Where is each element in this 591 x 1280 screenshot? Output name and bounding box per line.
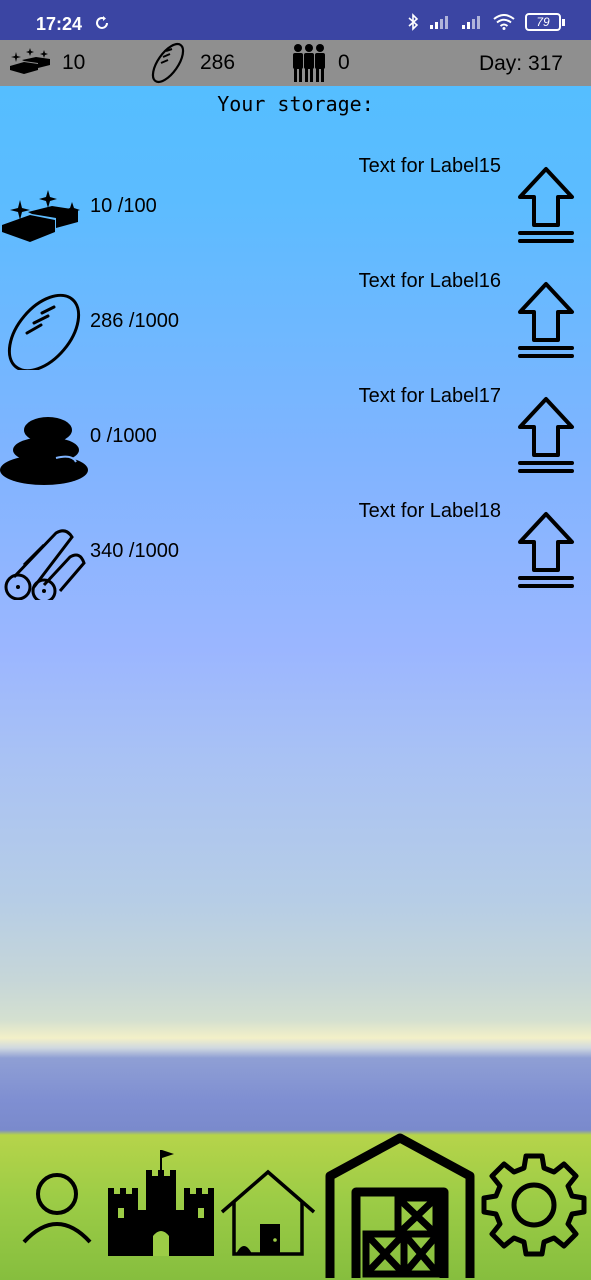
gear-icon[interactable] [480,1150,588,1258]
people-amount: 0 [338,51,350,74]
storage-title: Your storage: [217,92,374,116]
stone-storage-label: Text for Label17 [358,385,501,407]
gold-bars-icon [2,190,80,242]
bread-icon [7,293,81,370]
people-counter: 0 [290,40,350,86]
signal-icon [430,16,448,29]
gold-storage-label: Text for Label15 [358,155,501,177]
wood-storage-label: Text for Label18 [358,500,501,522]
day-counter: Day: 317 [478,52,563,75]
bread-storage-label: Text for Label16 [358,270,501,292]
bread-amount: 286 [200,51,236,74]
bread-counter: 286 [146,40,235,86]
upgrade-stone-button[interactable] [516,395,576,475]
gold-amount: 10 [62,51,86,74]
stone-storage-value: 0 /1000 [90,425,157,447]
stones-icon [0,417,88,485]
resource-bar: 10 286 0 Day: 317 [0,40,591,86]
battery-indicator: 79 [525,13,565,31]
warehouse-icon[interactable] [322,1132,478,1280]
castle-icon[interactable] [108,1148,214,1256]
upgrade-wood-button[interactable] [516,510,576,590]
storage-row-bread: 286 /1000 Text for Label16 [0,270,591,370]
house-icon[interactable] [218,1168,318,1258]
gold-counter: 10 [8,40,85,86]
bread-storage-value: 286 /1000 [90,310,179,332]
bottom-navigation [0,1130,591,1280]
upgrade-gold-button[interactable] [516,165,576,245]
status-time: 17:24 [36,14,83,34]
logs-icon [4,529,86,600]
bluetooth-icon [408,13,419,31]
upgrade-bread-button[interactable] [516,280,576,360]
storage-row-stone: 0 /1000 Text for Label17 [0,385,591,485]
wood-storage-value: 340 /1000 [90,540,179,562]
storage-row-gold: 10 /100 Text for Label15 [0,155,591,255]
wifi-icon [493,14,515,30]
people-icon [293,44,325,82]
storage-row-wood: 340 /1000 Text for Label18 [0,500,591,600]
signal-icon-2 [462,16,480,29]
status-bar: 17:24 79 [0,0,591,40]
gold-bars-icon [10,48,50,74]
bread-icon [151,42,185,84]
gold-storage-value: 10 /100 [90,195,157,217]
sync-icon [96,16,108,29]
person-icon[interactable] [18,1170,96,1250]
